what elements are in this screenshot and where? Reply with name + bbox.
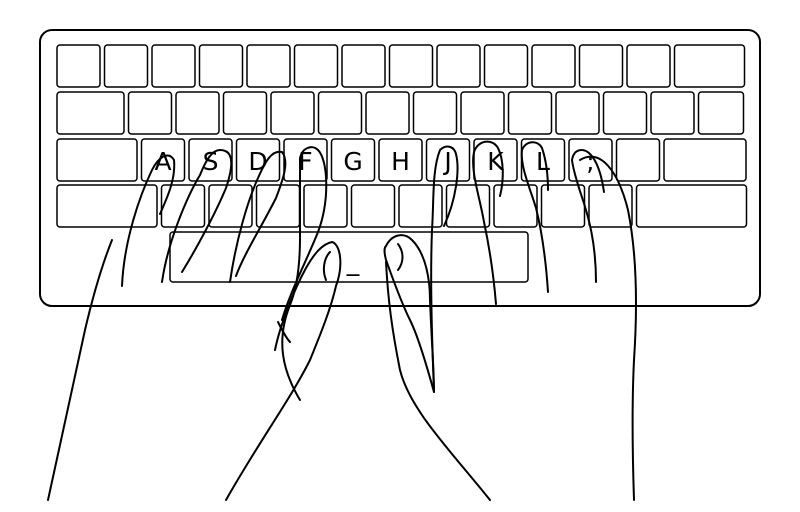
key-row2-13 <box>650 91 695 135</box>
key-row2-12 <box>602 91 648 135</box>
key-row1-13 <box>626 44 671 88</box>
key-row1-4 <box>198 44 244 88</box>
key-row1-8 <box>388 44 434 88</box>
key-row2-7 <box>365 91 410 135</box>
key-row2-2 <box>127 91 173 135</box>
key-row4-10 <box>540 184 586 228</box>
key-row3-13 <box>663 138 747 182</box>
home-row-label-7: J <box>442 147 451 176</box>
keyboard-hands-diagram: A S D F G H J K L; _ <box>39 29 761 501</box>
key-row1-7 <box>341 44 386 88</box>
key-row1-9 <box>436 44 481 88</box>
key-row3-12 <box>615 138 661 182</box>
spacebar-label: _ <box>346 247 360 276</box>
key-row4-2 <box>160 184 206 228</box>
key-row1-1 <box>56 44 101 88</box>
key-row1-11 <box>531 44 576 88</box>
home-row-label-5: G <box>343 147 362 176</box>
key-row1-2 <box>103 44 149 88</box>
key-row4-6 <box>350 184 396 228</box>
key-row2-11 <box>555 91 600 135</box>
home-row-label-3: D <box>248 147 267 176</box>
key-row1-5 <box>246 44 291 88</box>
key-row2-9 <box>460 91 505 135</box>
key-row4-7 <box>398 184 443 228</box>
key-row1-12 <box>578 44 624 88</box>
key-row2-14 <box>697 91 745 135</box>
key-row4-12 <box>635 184 748 228</box>
key-row2-5 <box>270 91 315 135</box>
key-row2-6 <box>317 91 363 135</box>
key-row2-4 <box>222 91 268 135</box>
key-row2-1 <box>56 91 125 135</box>
key-row3-1 <box>56 138 138 182</box>
key-row2-10 <box>507 91 553 135</box>
home-row-label-6: H <box>391 147 410 176</box>
key-row4-11 <box>588 184 633 228</box>
key-row1-10 <box>483 44 529 88</box>
key-row2-3 <box>175 91 220 135</box>
key-row2-8 <box>412 91 458 135</box>
key-row1-6 <box>293 44 339 88</box>
key-row4-3 <box>208 184 253 228</box>
key-row1-3 <box>151 44 196 88</box>
key-row1-14 <box>673 44 746 88</box>
